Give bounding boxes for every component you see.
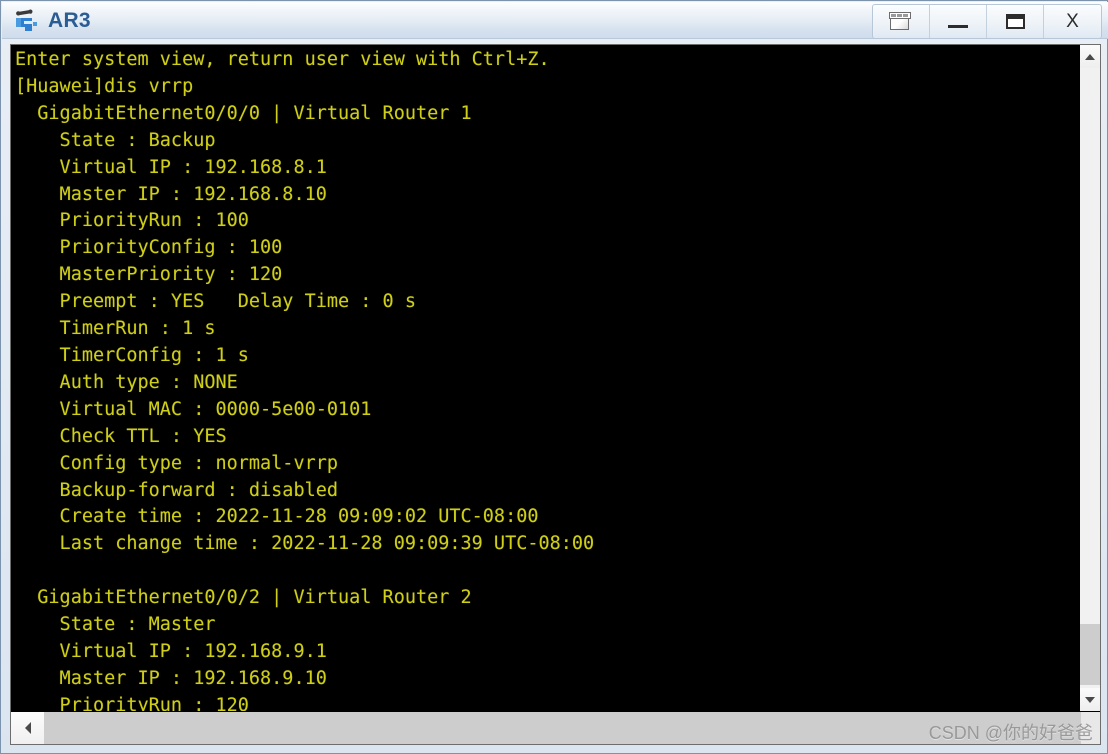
horizontal-scrollbar-thumb[interactable]	[44, 712, 1081, 744]
maximize-icon	[1005, 14, 1025, 29]
console-output-text: Enter system view, return user view with…	[15, 49, 595, 711]
vertical-scrollbar[interactable]	[1079, 45, 1100, 711]
minimize-button[interactable]	[930, 5, 987, 38]
maximize-button[interactable]	[987, 5, 1044, 38]
scroll-left-button[interactable]	[11, 712, 44, 744]
chevron-down-icon	[1085, 696, 1095, 703]
horizontal-scrollbar-track[interactable]	[44, 712, 1100, 744]
title-bar[interactable]: AR3 X	[2, 2, 1108, 39]
window-controls: X	[872, 4, 1102, 39]
minimize-icon	[948, 25, 968, 28]
vertical-scrollbar-thumb[interactable]	[1080, 624, 1100, 685]
title-bar-left-group: AR3	[14, 2, 91, 39]
chevron-up-icon	[1085, 53, 1095, 60]
scroll-up-button[interactable]	[1080, 45, 1100, 68]
window-title: AR3	[48, 9, 91, 32]
close-icon: X	[1066, 11, 1079, 32]
terminal-window: AR3 X Enter system view, return user vie…	[0, 0, 1108, 754]
router-icon	[14, 9, 40, 33]
cascade-windows-icon	[889, 12, 913, 31]
scroll-down-button[interactable]	[1080, 688, 1100, 711]
chevron-left-icon	[24, 722, 31, 734]
console-output-pane[interactable]: Enter system view, return user view with…	[11, 45, 1064, 711]
close-button[interactable]: X	[1044, 5, 1101, 38]
horizontal-scrollbar[interactable]	[11, 711, 1100, 744]
cascade-windows-button[interactable]	[873, 5, 930, 38]
terminal-area[interactable]: Enter system view, return user view with…	[10, 44, 1101, 745]
vertical-scrollbar-track[interactable]	[1080, 68, 1100, 688]
